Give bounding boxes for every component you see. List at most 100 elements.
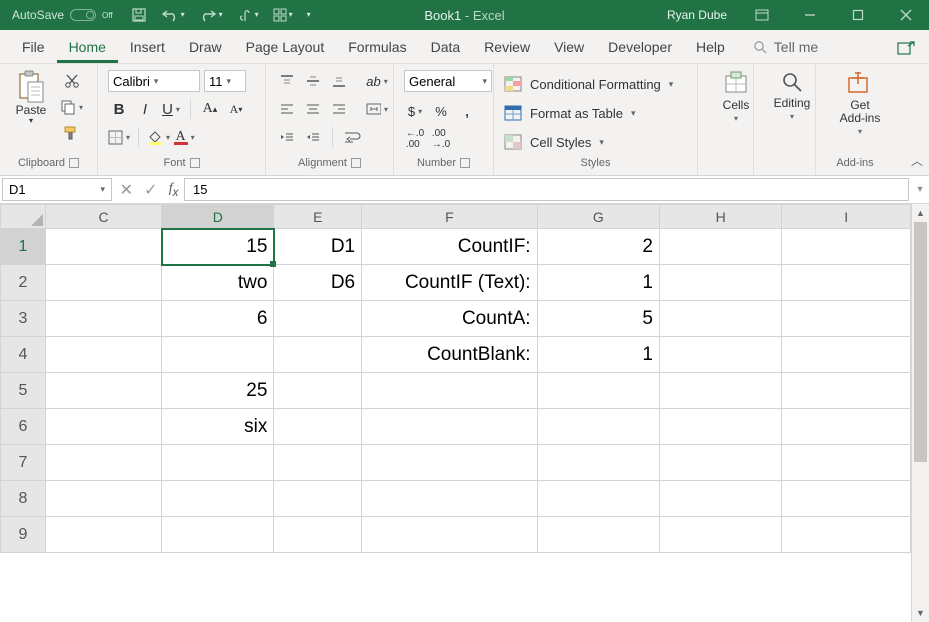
align-center-button[interactable] bbox=[302, 98, 324, 120]
cell-F9[interactable] bbox=[362, 517, 537, 553]
align-right-button[interactable] bbox=[328, 98, 350, 120]
cell-D5[interactable]: 25 bbox=[162, 373, 274, 409]
touch-mode-button[interactable]: ▾ bbox=[237, 7, 259, 23]
cell-H1[interactable] bbox=[660, 229, 782, 265]
tab-draw[interactable]: Draw bbox=[177, 33, 234, 63]
col-header-G[interactable]: G bbox=[537, 205, 659, 229]
col-header-I[interactable]: I bbox=[782, 205, 911, 229]
account-name[interactable]: Ryan Dube bbox=[667, 8, 727, 22]
scroll-thumb[interactable] bbox=[914, 222, 927, 462]
accounting-format-button[interactable]: $ bbox=[404, 100, 426, 122]
redo-button[interactable]: ▾ bbox=[199, 8, 223, 22]
cell-F5[interactable] bbox=[362, 373, 537, 409]
row-header-6[interactable]: 6 bbox=[1, 409, 46, 445]
qat-borders-button[interactable]: ▾ bbox=[273, 8, 293, 22]
tab-formulas[interactable]: Formulas bbox=[336, 33, 418, 63]
cell-H7[interactable] bbox=[660, 445, 782, 481]
cell-E8[interactable] bbox=[274, 481, 362, 517]
cell-I5[interactable] bbox=[782, 373, 911, 409]
cell-D7[interactable] bbox=[162, 445, 274, 481]
editing-dropdown-button[interactable]: Editing▾ bbox=[764, 70, 820, 122]
borders-button[interactable] bbox=[108, 126, 130, 148]
col-header-H[interactable]: H bbox=[660, 205, 782, 229]
cell-F1[interactable]: CountIF: bbox=[362, 229, 537, 265]
formula-input[interactable]: 15 bbox=[184, 178, 909, 201]
cell-G2[interactable]: 1 bbox=[537, 265, 659, 301]
get-addins-button[interactable]: Get Add-ins▾ bbox=[826, 70, 894, 137]
copy-button[interactable] bbox=[60, 96, 83, 118]
cell-D1[interactable]: 15 bbox=[162, 229, 274, 265]
cell-G8[interactable] bbox=[537, 481, 659, 517]
row-header-1[interactable]: 1 bbox=[1, 229, 46, 265]
cell-G4[interactable]: 1 bbox=[537, 337, 659, 373]
bold-button[interactable]: B bbox=[108, 98, 130, 120]
cell-D3[interactable]: 6 bbox=[162, 301, 274, 337]
ribbon-display-options-button[interactable] bbox=[739, 0, 785, 30]
tab-page-layout[interactable]: Page Layout bbox=[234, 33, 337, 63]
cell-E4[interactable] bbox=[274, 337, 362, 373]
row-header-4[interactable]: 4 bbox=[1, 337, 46, 373]
fill-color-button[interactable] bbox=[147, 126, 170, 148]
collapse-ribbon-button[interactable]: ︿ bbox=[911, 152, 923, 169]
tab-help[interactable]: Help bbox=[684, 33, 737, 63]
cell-E9[interactable] bbox=[274, 517, 362, 553]
cell-F3[interactable]: CountA: bbox=[362, 301, 537, 337]
cell-E6[interactable] bbox=[274, 409, 362, 445]
cell-H3[interactable] bbox=[660, 301, 782, 337]
insert-function-button[interactable]: fx bbox=[169, 181, 179, 199]
cell-E5[interactable] bbox=[274, 373, 362, 409]
cell-G7[interactable] bbox=[537, 445, 659, 481]
cell-I6[interactable] bbox=[782, 409, 911, 445]
italic-button[interactable]: I bbox=[134, 98, 156, 120]
enter-formula-button[interactable]: ✓ bbox=[144, 180, 157, 200]
select-all-corner[interactable] bbox=[1, 205, 46, 229]
tab-view[interactable]: View bbox=[542, 33, 596, 63]
cell-G9[interactable] bbox=[537, 517, 659, 553]
font-dialog-launcher[interactable] bbox=[190, 158, 200, 168]
cell-E1[interactable]: D1 bbox=[274, 229, 362, 265]
tab-file[interactable]: File bbox=[10, 33, 57, 63]
cell-C5[interactable] bbox=[45, 373, 161, 409]
align-top-button[interactable] bbox=[276, 70, 298, 92]
qat-customize-button[interactable]: ▾ bbox=[307, 11, 311, 19]
autosave-toggle[interactable]: AutoSave Off bbox=[12, 8, 113, 22]
underline-button[interactable]: U bbox=[160, 98, 182, 120]
spreadsheet-grid[interactable]: C D E F G H I 1 15 D1 CountIF: 2 bbox=[0, 204, 911, 553]
cell-F2[interactable]: CountIF (Text): bbox=[362, 265, 537, 301]
tab-developer[interactable]: Developer bbox=[596, 33, 684, 63]
autosave-switch[interactable] bbox=[70, 9, 96, 21]
name-box[interactable]: D1▾ bbox=[2, 178, 112, 201]
tab-home[interactable]: Home bbox=[57, 33, 118, 63]
cell-D6[interactable]: six bbox=[162, 409, 274, 445]
scroll-down-button[interactable]: ▼ bbox=[912, 604, 929, 622]
conditional-formatting-button[interactable]: Conditional Formatting▾ bbox=[504, 72, 687, 96]
font-color-button[interactable]: A bbox=[174, 126, 196, 148]
paste-button[interactable]: Paste ▾ bbox=[10, 70, 52, 144]
merge-center-button[interactable] bbox=[366, 98, 388, 120]
cell-D8[interactable] bbox=[162, 481, 274, 517]
cell-H8[interactable] bbox=[660, 481, 782, 517]
increase-font-button[interactable]: A▴ bbox=[199, 98, 221, 120]
col-header-F[interactable]: F bbox=[362, 205, 537, 229]
cell-H6[interactable] bbox=[660, 409, 782, 445]
align-middle-button[interactable] bbox=[302, 70, 324, 92]
cell-E3[interactable] bbox=[274, 301, 362, 337]
cell-styles-button[interactable]: Cell Styles▾ bbox=[504, 130, 687, 154]
percent-format-button[interactable]: % bbox=[430, 100, 452, 122]
cut-button[interactable] bbox=[60, 70, 83, 92]
number-dialog-launcher[interactable] bbox=[460, 158, 470, 168]
cell-I9[interactable] bbox=[782, 517, 911, 553]
cancel-formula-button[interactable]: ✕ bbox=[120, 180, 133, 200]
cell-F8[interactable] bbox=[362, 481, 537, 517]
cell-F7[interactable] bbox=[362, 445, 537, 481]
cell-F4[interactable]: CountBlank: bbox=[362, 337, 537, 373]
font-size-combo[interactable]: 11▾ bbox=[204, 70, 246, 92]
col-header-E[interactable]: E bbox=[274, 205, 362, 229]
scroll-up-button[interactable]: ▲ bbox=[912, 204, 929, 222]
cell-D4[interactable] bbox=[162, 337, 274, 373]
vertical-scrollbar[interactable]: ▲ ▼ bbox=[911, 204, 929, 622]
cell-G3[interactable]: 5 bbox=[537, 301, 659, 337]
col-header-D[interactable]: D bbox=[162, 205, 274, 229]
increase-indent-button[interactable] bbox=[302, 126, 324, 148]
format-as-table-button[interactable]: Format as Table▾ bbox=[504, 101, 687, 125]
